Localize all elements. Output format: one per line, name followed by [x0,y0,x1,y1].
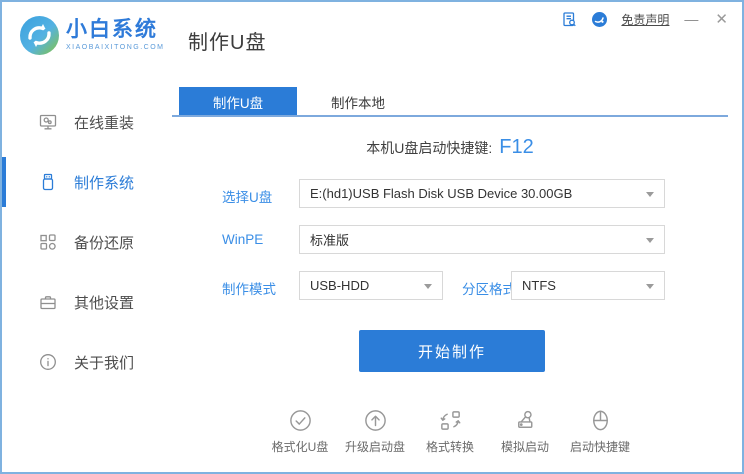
tool-format-convert[interactable]: 格式转换 [413,408,488,455]
app-logo-icon [20,16,59,55]
tools-row: 格式化U盘 升级启动盘 格式转换 模拟启动 启动快捷键 [172,408,728,455]
tool-boot-hotkey[interactable]: 启动快捷键 [563,408,638,455]
boot-hotkey-value: F12 [499,136,534,158]
page-title: 制作U盘 [188,32,267,54]
brand-name: 小白系统 [66,18,158,41]
winpe-select-value: 标准版 [310,233,350,248]
chevron-down-icon [646,238,654,243]
stamp-icon [517,410,532,428]
sidebar: 在线重装 制作系统 备份还原 其他设置 关于我们 [2,92,172,392]
disclaimer-link[interactable]: 免责声明 [621,11,669,28]
active-indicator [2,157,6,207]
tab-make-usb[interactable]: 制作U盘 [179,87,297,116]
partition-format-select-value: NTFS [522,278,556,293]
sidebar-item-make-system[interactable]: 制作系统 [2,152,172,212]
convert-icon [440,411,460,430]
usb-drive-icon [42,173,54,191]
tool-label: 启动快捷键 [569,440,630,454]
partition-format-label: 分区格式 [462,282,516,297]
tool-label: 格式转换 [425,440,474,454]
sidebar-item-other-settings[interactable]: 其他设置 [2,272,172,332]
sidebar-item-about-us[interactable]: 关于我们 [2,332,172,392]
arrow-up-circle-icon [364,410,386,431]
make-mode-select[interactable]: USB-HDD [299,271,443,300]
boot-hotkey-label: 本机U盘启动快捷键: [366,140,493,156]
sidebar-item-label: 备份还原 [74,234,135,252]
winpe-select[interactable]: 标准版 [299,225,665,254]
sidebar-item-backup-restore[interactable]: 备份还原 [2,212,172,272]
chevron-down-icon [424,284,432,289]
tab-underline [172,115,728,117]
partition-format-select[interactable]: NTFS [511,271,665,300]
minimize-button[interactable]: — [682,11,700,28]
winpe-label: WinPE [222,232,264,247]
make-mode-select-value: USB-HDD [310,278,370,293]
tool-label: 模拟启动 [500,440,549,454]
sidebar-item-label: 制作系统 [74,174,135,192]
app-window: 免责声明 — ✕ 小白系统 XIAOBAIXITONG.COM 制作U盘 在线重… [0,0,744,474]
brand-subtitle: XIAOBAIXITONG.COM [66,44,165,51]
select-usb-label: 选择U盘 [222,190,273,205]
make-mode-label: 制作模式 [222,282,276,297]
sidebar-item-label: 在线重装 [74,114,135,132]
sidebar-item-online-reinstall[interactable]: 在线重装 [2,92,172,152]
titlebar-controls: 免责声明 — ✕ [561,11,730,28]
sidebar-item-label: 关于我们 [74,354,135,372]
usb-drive-select[interactable]: E:(hd1)USB Flash Disk USB Device 30.00GB [299,179,665,208]
brand-block: 小白系统 XIAOBAIXITONG.COM [66,18,165,51]
usb-drive-select-value: E:(hd1)USB Flash Disk USB Device 30.00GB [310,186,573,201]
grid-icon [40,234,56,250]
doc-search-icon[interactable] [561,11,578,28]
tool-label: 格式化U盘 [271,440,329,454]
close-button[interactable]: ✕ [713,11,730,28]
start-make-button[interactable]: 开始制作 [359,330,545,372]
check-circle-icon [289,410,311,431]
monitor-icon [39,114,57,130]
briefcase-icon [40,296,56,310]
globe-swirl-icon[interactable] [591,11,608,28]
tool-upgrade-bootdisk[interactable]: 升级启动盘 [338,408,413,455]
tool-label: 升级启动盘 [344,440,405,454]
chevron-down-icon [646,192,654,197]
tool-format-usb[interactable]: 格式化U盘 [263,408,338,455]
sidebar-item-label: 其他设置 [74,294,135,312]
tool-simulate-boot[interactable]: 模拟启动 [488,408,563,455]
chevron-down-icon [646,284,654,289]
boot-hotkey-line: 本机U盘启动快捷键: F12 [172,136,728,159]
info-icon [40,354,56,370]
tab-make-local[interactable]: 制作本地 [297,87,419,116]
mouse-icon [592,410,608,431]
